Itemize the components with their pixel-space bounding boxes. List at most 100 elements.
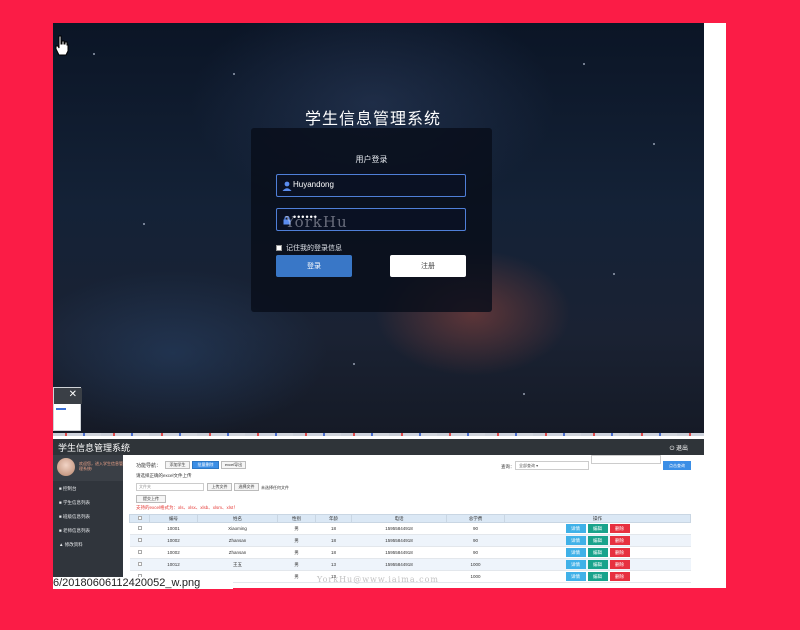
cell-actions: 详情 编辑 删除: [504, 534, 691, 547]
cell-fee: 1000: [446, 558, 505, 571]
row-checkbox[interactable]: [137, 538, 142, 542]
detail-button[interactable]: 详情: [565, 524, 586, 533]
cell-fee: 90: [446, 546, 505, 559]
delete-button[interactable]: 删除: [609, 548, 630, 557]
delete-button[interactable]: 删除: [609, 524, 630, 533]
user-icon: [282, 181, 292, 191]
register-button[interactable]: 注册: [390, 255, 466, 277]
upload-file-button[interactable]: 上传文件: [207, 483, 232, 491]
cell-name: Zhansan: [197, 534, 278, 547]
star: [233, 73, 235, 75]
login-button[interactable]: 登录: [276, 255, 352, 277]
submit-upload-button[interactable]: 提交上传: [136, 495, 166, 503]
column-header: 编号: [149, 514, 198, 523]
row-checkbox-cell: [129, 522, 150, 535]
search-button[interactable]: 点击查询: [663, 461, 691, 470]
admin-main: 功能导航： 添加学生 批量删除 excel导出 请选择正确的excel文件上传 …: [129, 455, 704, 588]
star: [523, 393, 525, 395]
search-label: 查询：: [501, 464, 515, 469]
search-input[interactable]: [591, 455, 661, 464]
remember-me[interactable]: 记住我的登录信息: [276, 243, 342, 253]
sidebar-item-students[interactable]: ■ 学生信息列表: [59, 500, 90, 506]
popup-line: [56, 408, 66, 410]
cell-age: 18: [315, 522, 352, 535]
column-header: 操作: [504, 514, 691, 523]
cell-id: 10012: [149, 558, 198, 571]
edit-button[interactable]: 编辑: [587, 572, 608, 581]
cell-actions: 详情 编辑 删除: [504, 546, 691, 559]
detail-button[interactable]: 详情: [565, 572, 586, 581]
row-checkbox[interactable]: [137, 562, 142, 566]
choose-file-button[interactable]: 选择文件: [234, 483, 259, 491]
panel-title: 用户登录: [355, 155, 388, 164]
search-select[interactable]: 全部查询 ▾: [515, 461, 589, 470]
edit-button[interactable]: 编辑: [587, 524, 608, 533]
edit-button[interactable]: 编辑: [587, 560, 608, 569]
avatar: [57, 458, 75, 476]
cell-phone: 15955844918: [351, 558, 447, 571]
cell-id: 10002: [149, 546, 198, 559]
file-path-input[interactable]: 文件夹: [136, 483, 204, 491]
close-icon[interactable]: ✕: [69, 389, 77, 400]
cell-fee: 90: [446, 522, 505, 535]
format-hint: 支持的excel格式为：xls、xlsx、xlsb、xlsm、xlst！: [136, 505, 238, 510]
cell-id: 10002: [149, 534, 198, 547]
delete-button[interactable]: 删除: [609, 572, 630, 581]
no-file-text: 未选择任何文件: [261, 485, 289, 490]
sidebar-item-profile[interactable]: ▲ 修改资料: [59, 542, 83, 548]
hand-cursor-icon: [55, 35, 69, 56]
sidebar-profile: 欢迎您，进入学生信息管理系统!: [53, 455, 123, 481]
detail-button[interactable]: 详情: [565, 560, 586, 569]
sidebar-item-classes[interactable]: ■ 班级信息列表: [59, 514, 90, 520]
column-header: 性别: [277, 514, 316, 523]
column-header: 姓名: [197, 514, 278, 523]
edit-button[interactable]: 编辑: [587, 536, 608, 545]
file-caption: 6/20180606112420052_w.png: [53, 577, 233, 589]
cell-gender: 男: [277, 534, 316, 547]
edit-button[interactable]: 编辑: [587, 548, 608, 557]
detail-button[interactable]: 详情: [565, 536, 586, 545]
column-header: 年龄: [315, 514, 352, 523]
row-checkbox-cell: [129, 546, 150, 559]
star: [353, 363, 355, 365]
batch-delete-button[interactable]: 批量删除: [192, 461, 219, 469]
welcome-text: 欢迎您，进入学生信息管理系统!: [79, 461, 123, 471]
export-excel-button[interactable]: excel导出: [221, 461, 246, 469]
star: [93, 53, 95, 55]
sidebar-item-label: 班级信息列表: [62, 514, 90, 519]
login-panel: 用户登录 Huyandong •••••• YorkHu 记住我的登录信息 登录…: [251, 128, 492, 312]
import-hint: 请选择正确的excel文件上传: [136, 473, 192, 478]
remember-checkbox[interactable]: [276, 245, 282, 251]
cell-fee: 1000: [446, 570, 505, 583]
mini-popup: ✕: [53, 387, 82, 431]
sidebar-item-teachers[interactable]: ■ 老师信息列表: [59, 528, 90, 534]
username-field[interactable]: Huyandong: [276, 174, 466, 197]
screenshot-frame: 学生信息管理系统 用户登录 Huyandong •••••• YorkHu 记住…: [53, 23, 726, 588]
row-checkbox[interactable]: [137, 550, 142, 554]
add-student-button[interactable]: 添加学生: [165, 461, 190, 469]
watermark: YorkHu@www.iaima.com: [317, 575, 440, 584]
delete-button[interactable]: 删除: [609, 560, 630, 569]
students-table: 编号 姓名 性别 年龄 电话 总学费 操作 10001 Xiaoming 男 18 15…: [129, 514, 691, 583]
sidebar-item-label: 学生信息列表: [62, 500, 90, 505]
cell-name: 王五: [197, 558, 278, 571]
table-header-row: 编号 姓名 性别 年龄 电话 总学费 操作: [129, 514, 691, 523]
cell-actions: 详情 编辑 删除: [504, 570, 691, 583]
sidebar-item-label: 修改资料: [64, 542, 83, 547]
cell-gender: 男: [277, 522, 316, 535]
row-checkbox-cell: [129, 558, 150, 571]
delete-button[interactable]: 删除: [609, 536, 630, 545]
detail-button[interactable]: 详情: [565, 548, 586, 557]
cell-name: Zhansan: [197, 546, 278, 559]
search-select-value: 全部查询: [519, 463, 535, 468]
cell-gender: 男: [277, 558, 316, 571]
watermark: YorkHu: [285, 213, 348, 231]
login-screenshot: 学生信息管理系统 用户登录 Huyandong •••••• YorkHu 记住…: [53, 23, 704, 436]
sidebar-item-dashboard[interactable]: ■ 控制台: [59, 486, 76, 492]
column-header: 总学费: [446, 514, 505, 523]
star: [583, 63, 585, 65]
logout-link[interactable]: ⏻ 退出: [670, 443, 688, 453]
star: [143, 223, 145, 225]
cell-actions: 详情 编辑 删除: [504, 522, 691, 535]
row-checkbox[interactable]: [137, 526, 142, 530]
